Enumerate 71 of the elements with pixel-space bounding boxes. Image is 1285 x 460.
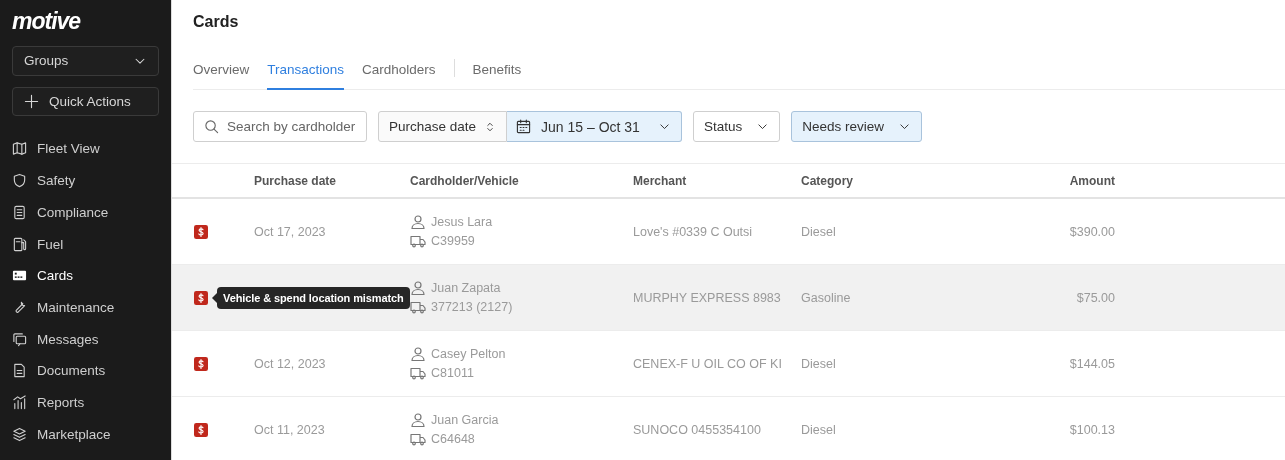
table-cell: Love's #0339 C Outsi	[633, 224, 753, 239]
table-cell: Diesel	[801, 224, 836, 239]
truck-icon	[410, 431, 426, 447]
layers-icon	[12, 426, 27, 442]
dollar-flag-icon	[194, 290, 208, 305]
table-cell: Diesel	[801, 356, 836, 371]
nav-item[interactable]: Compliance	[12, 196, 159, 229]
table-cell: SUNOCO 0455354100	[633, 422, 761, 437]
document-list-icon	[12, 204, 27, 220]
date-range-picker[interactable]: Jun 15 – Oct 31	[507, 111, 682, 142]
filter-dropdown[interactable]: Needs review	[791, 111, 922, 142]
nav-item[interactable]: Maintenance	[12, 291, 159, 324]
person-icon	[410, 412, 426, 428]
nav-item[interactable]: Cards	[12, 259, 159, 292]
dollar-flag-icon	[194, 356, 208, 371]
vehicle-id: C64648	[431, 432, 475, 446]
dollar-flag-icon	[194, 422, 208, 437]
table-cell: $75.00	[1076, 290, 1115, 305]
nav-item[interactable]: Reports	[12, 386, 159, 419]
quick-actions-button[interactable]: Quick Actions	[12, 86, 159, 117]
person-icon	[410, 280, 426, 296]
logo[interactable]: motive	[12, 10, 81, 32]
table-row[interactable]: Vehicle & spend location mismatch Juan Zapata 377213 (2127) MURPHY EXPRESS 8983 Gasoline $75.00	[172, 264, 1285, 331]
shield-icon	[12, 173, 27, 189]
vehicle-id: C81011	[431, 366, 474, 380]
plus-icon	[24, 93, 39, 109]
person-icon	[410, 214, 426, 230]
person-icon	[410, 346, 426, 362]
table-cell: Diesel	[801, 422, 836, 437]
tab[interactable]: Transactions	[267, 53, 345, 90]
cardholder-name: Jesus Lara	[431, 215, 493, 229]
table-cell: Oct 12, 2023	[254, 356, 326, 371]
cardholder-name: Juan Garcia	[431, 413, 499, 427]
table-cell: MURPHY EXPRESS 8983	[633, 290, 781, 305]
search-icon	[204, 119, 219, 134]
truck-icon	[410, 299, 426, 315]
tab[interactable]: Benefits	[472, 53, 522, 90]
groups-dropdown[interactable]: Groups	[12, 46, 159, 76]
truck-icon	[410, 233, 426, 249]
nav-item[interactable]: Messages	[12, 323, 159, 355]
document-icon	[12, 363, 27, 379]
table-cell: Oct 17, 2023	[254, 224, 326, 239]
sort-dropdown[interactable]: Purchase date	[378, 111, 508, 142]
table-cell: Gasoline	[801, 290, 851, 305]
nav-item[interactable]: Documents	[12, 354, 159, 387]
nav-item[interactable]: Safety	[12, 164, 159, 197]
vehicle-id: 377213 (2127)	[431, 300, 513, 314]
nav-item[interactable]: Fleet View	[12, 133, 159, 165]
page-title: Cards	[193, 12, 239, 32]
cardholder-name: Juan Zapata	[431, 281, 501, 295]
fuel-pump-icon	[12, 236, 27, 252]
table-cell: $100.13	[1069, 422, 1115, 437]
bar-chart-icon	[12, 394, 27, 410]
table-cell: CENEX-F U OIL CO OF KI	[633, 356, 782, 371]
tab[interactable]: Cardholders	[362, 53, 436, 90]
table-cell: Oct 11, 2023	[254, 422, 325, 437]
map-icon	[12, 141, 27, 157]
dollar-flag-icon	[194, 224, 208, 239]
tooltip: Vehicle & spend location mismatch	[217, 286, 410, 309]
search-field[interactable]: Search by cardholder	[193, 111, 367, 142]
chat-icon	[12, 331, 27, 347]
calendar-icon	[516, 119, 532, 134]
cardholder-name: Casey Pelton	[431, 347, 506, 361]
truck-icon	[410, 365, 426, 381]
nav-item[interactable]: Fuel	[12, 228, 159, 260]
table-cell: $390.00	[1069, 224, 1115, 239]
table-cell: $144.05	[1069, 356, 1115, 371]
vehicle-id: C39959	[431, 234, 475, 248]
nav-item[interactable]: Marketplace	[12, 418, 159, 450]
filter-dropdown[interactable]: Status	[692, 111, 781, 142]
tab[interactable]: Overview	[193, 53, 250, 90]
